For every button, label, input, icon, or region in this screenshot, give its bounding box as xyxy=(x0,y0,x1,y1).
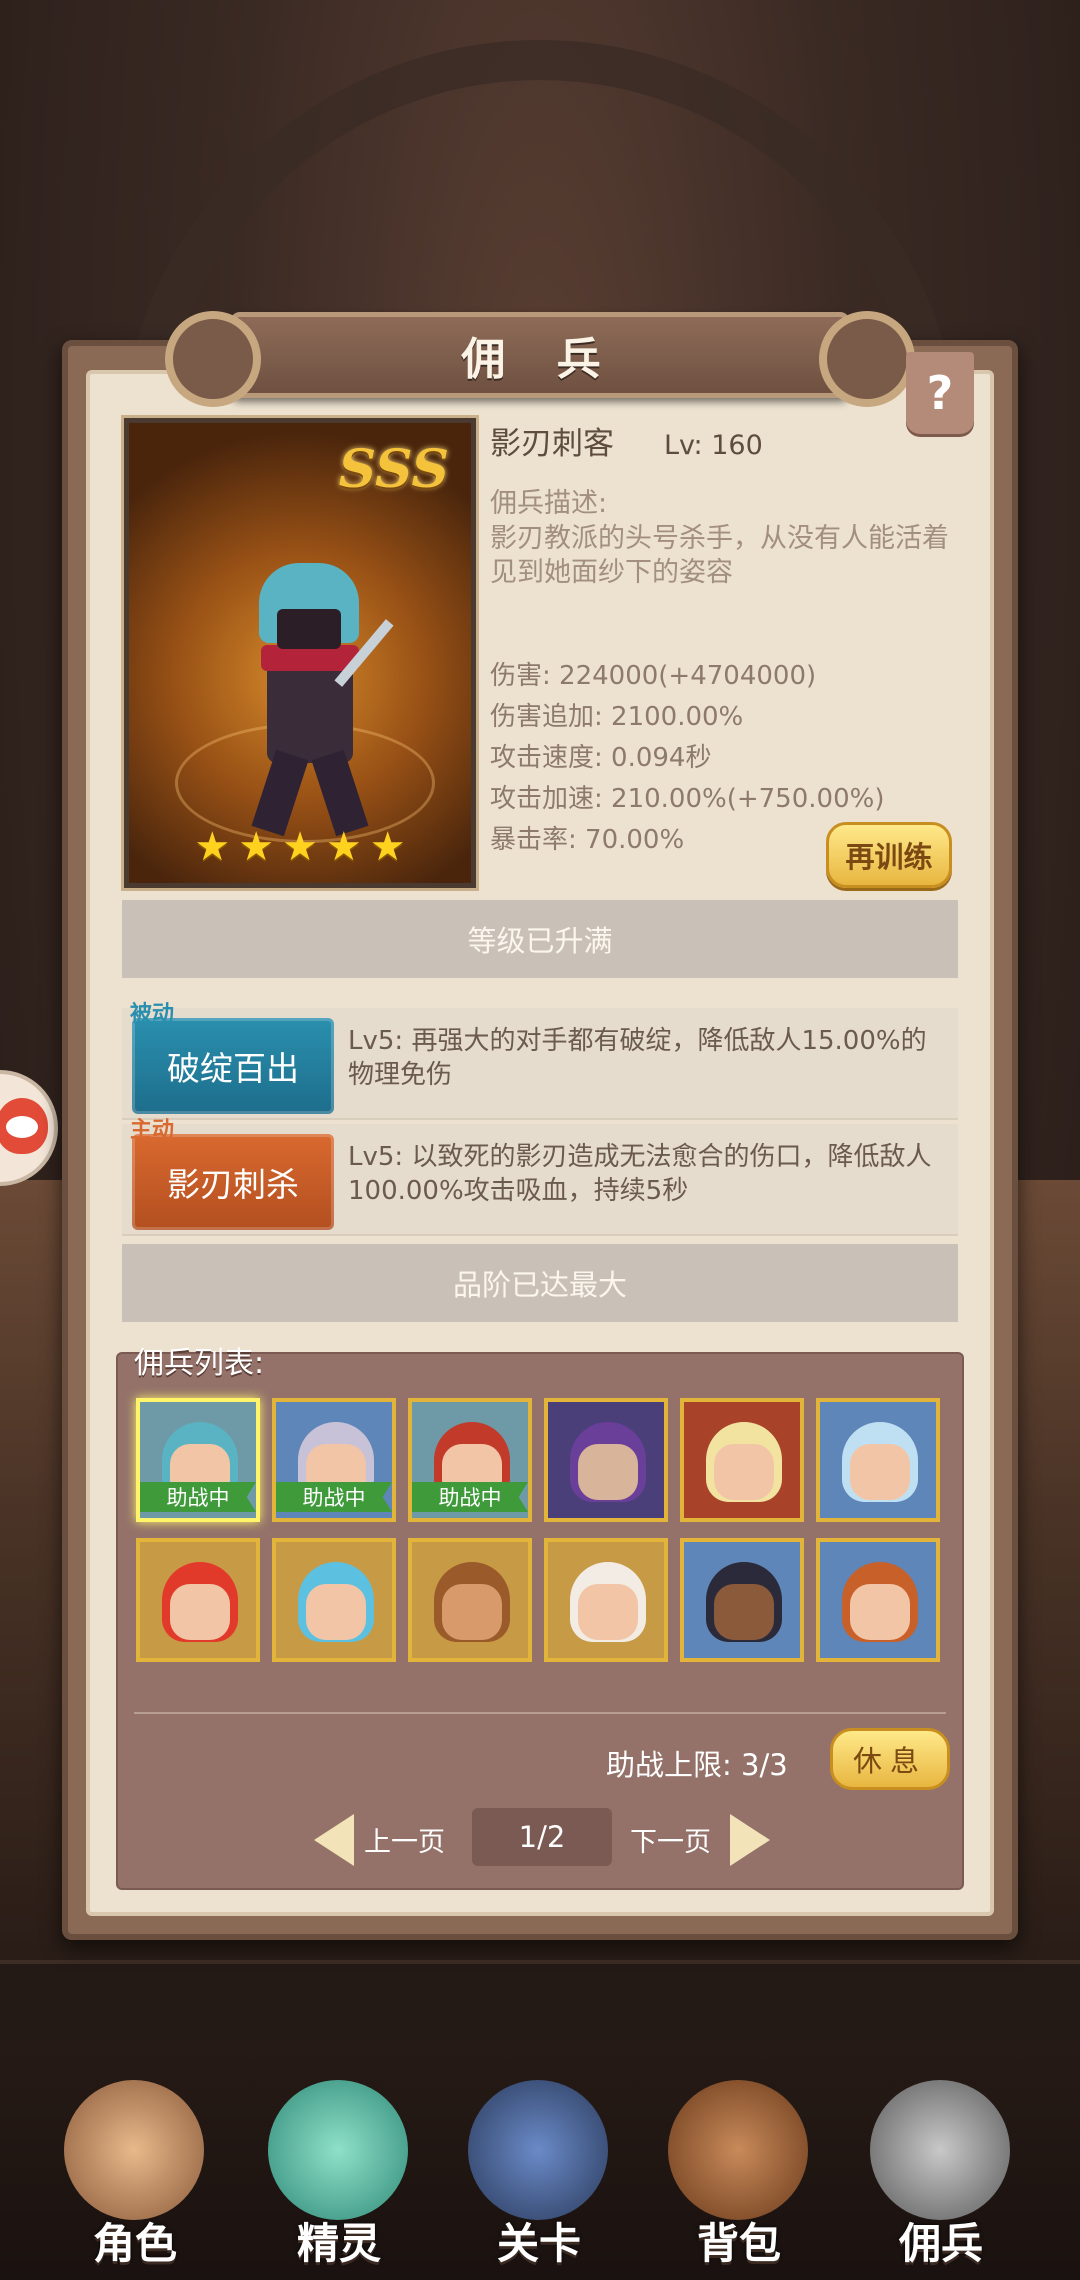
roster-slot[interactable] xyxy=(408,1538,532,1662)
stage-icon xyxy=(468,2080,608,2220)
star-icon: ★ xyxy=(238,824,275,870)
nav-label: 佣兵 xyxy=(898,2219,983,2268)
panel-title: 佣 兵 xyxy=(461,334,619,385)
page-indicator: 1/2 xyxy=(472,1808,612,1866)
rest-button[interactable]: 休息 xyxy=(830,1728,950,1790)
roster-slot[interactable]: 助战中 xyxy=(408,1398,532,1522)
nav-label: 精灵 xyxy=(296,2219,381,2268)
next-page-button[interactable]: 下一页 xyxy=(630,1820,711,1859)
roster-label: 佣兵列表: xyxy=(134,1346,265,1381)
star-icon: ★ xyxy=(369,824,406,870)
nav-label: 背包 xyxy=(696,2219,781,2268)
stat-attack-speed: 攻击速度: 0.094秒 xyxy=(490,743,712,773)
hero-info: 影刃刺客 Lv: 160 佣兵描述: 影刃教派的头号杀手，从没有人能活着见到她面… xyxy=(490,418,960,590)
stat-attack-accel: 攻击加速: 210.00%(+750.00%) xyxy=(490,784,885,814)
nav-spirit[interactable]: 精灵 xyxy=(244,2060,434,2280)
roster-slot[interactable] xyxy=(272,1538,396,1662)
character-icon xyxy=(64,2080,204,2220)
helping-badge: 助战中 xyxy=(140,1482,256,1512)
title-banner: 佣 兵 xyxy=(165,311,915,407)
skill-tag-passive: 被动 xyxy=(130,1002,175,1027)
next-arrow-icon[interactable] xyxy=(730,1814,770,1866)
backpack-icon xyxy=(668,2080,808,2220)
banner-ornament-right xyxy=(819,311,915,407)
star-icon: ★ xyxy=(194,824,231,870)
mercenary-roster: 佣兵列表: 助战中 助战中 助战中 助战上限: 3/3 休息 上一页 1/2 下… xyxy=(116,1346,964,1890)
nav-character[interactable]: 角色 xyxy=(40,2060,230,2280)
level-max-bar: 等级已升满 xyxy=(122,900,958,978)
helping-badge: 助战中 xyxy=(276,1482,392,1512)
roster-slot[interactable] xyxy=(680,1398,804,1522)
hero-sprite xyxy=(219,553,399,843)
active-skill-button[interactable]: 影刃刺杀 xyxy=(132,1134,334,1230)
skill-tag-active: 主动 xyxy=(130,1118,175,1143)
hero-name: 影刃刺客 xyxy=(490,426,614,462)
roster-slot[interactable] xyxy=(136,1538,260,1662)
mascot-icon xyxy=(0,1098,48,1154)
star-icon: ★ xyxy=(325,824,362,870)
helping-badge: 助战中 xyxy=(412,1482,528,1512)
hero-portrait-card: SSS ★ ★ ★ ★ ★ xyxy=(121,415,479,891)
hero-level: Lv: 160 xyxy=(664,430,763,461)
prev-page-button[interactable]: 上一页 xyxy=(364,1820,445,1859)
nav-bag[interactable]: 背包 xyxy=(644,2060,834,2280)
spirit-icon xyxy=(268,2080,408,2220)
rank-max-bar: 品阶已达最大 xyxy=(122,1244,958,1322)
roster-slot[interactable] xyxy=(816,1538,940,1662)
prev-arrow-icon[interactable] xyxy=(314,1814,354,1866)
skill-row-passive: 被动 破绽百出 Lv5: 再强大的对手都有破绽，降低敌人15.00%的物理免伤 xyxy=(122,1002,958,1120)
roster-slot[interactable] xyxy=(544,1538,668,1662)
grade-badge: SSS xyxy=(338,439,449,500)
nav-stage[interactable]: 关卡 xyxy=(444,2060,634,2280)
stat-damage: 伤害: 224000(+4704000) xyxy=(490,661,817,691)
background-ledge xyxy=(0,1960,1080,2040)
bottom-nav: 角色 精灵 关卡 背包 佣兵 xyxy=(0,2040,1080,2280)
star-icon: ★ xyxy=(282,824,318,870)
passive-skill-button[interactable]: 破绽百出 xyxy=(132,1018,334,1114)
star-rating: ★ ★ ★ ★ ★ xyxy=(129,827,471,867)
roster-grid: 助战中 助战中 助战中 xyxy=(136,1398,940,1662)
helmet-icon xyxy=(870,2080,1010,2220)
retrain-button[interactable]: 再训练 xyxy=(826,822,952,888)
roster-slot[interactable] xyxy=(680,1538,804,1662)
nav-mercenary[interactable]: 佣兵 xyxy=(846,2060,1036,2280)
stat-damage-bonus: 伤害追加: 2100.00% xyxy=(490,702,744,732)
roster-slot[interactable]: 助战中 xyxy=(136,1398,260,1522)
nav-label: 关卡 xyxy=(496,2219,581,2268)
passive-skill-desc: Lv5: 再强大的对手都有破绽，降低敌人15.00%的物理免伤 xyxy=(348,1026,927,1090)
roster-slot[interactable] xyxy=(544,1398,668,1522)
skill-row-active: 主动 影刃刺杀 Lv5: 以致死的影刃造成无法愈合的伤口，降低敌人100.00%… xyxy=(122,1118,958,1236)
description-text: 影刃教派的头号杀手，从没有人能活着见到她面纱下的姿容 xyxy=(490,523,949,588)
banner-ornament-left xyxy=(165,311,261,407)
roster-divider xyxy=(134,1712,946,1714)
roster-slot[interactable] xyxy=(816,1398,940,1522)
nav-label: 角色 xyxy=(92,2219,177,2268)
roster-slot[interactable]: 助战中 xyxy=(272,1398,396,1522)
pagination: 上一页 1/2 下一页 xyxy=(118,1808,962,1866)
description-label: 佣兵描述: xyxy=(490,488,608,519)
help-limit-text: 助战上限: 3/3 xyxy=(606,1748,788,1782)
active-skill-desc: Lv5: 以致死的影刃造成无法愈合的伤口，降低敌人100.00%攻击吸血，持续5… xyxy=(348,1142,932,1206)
